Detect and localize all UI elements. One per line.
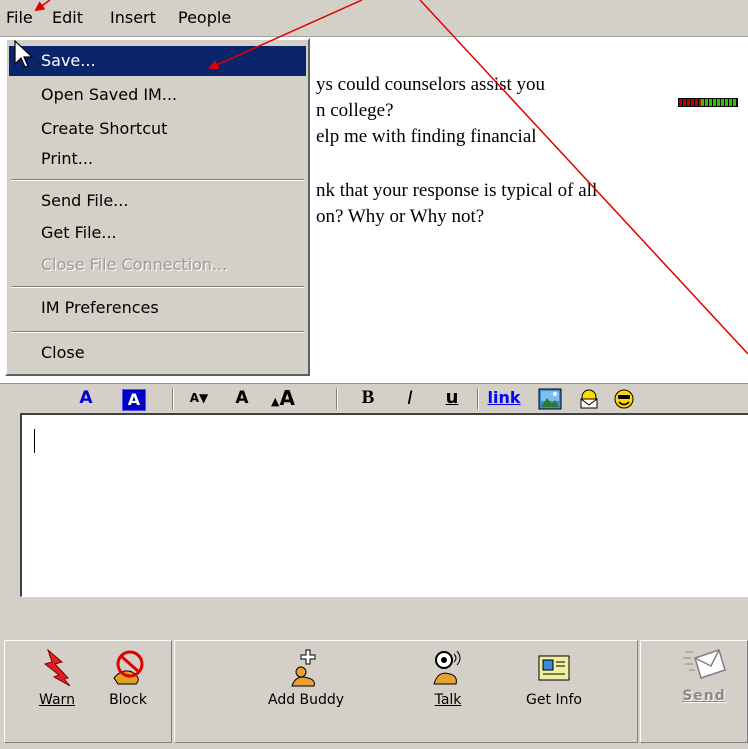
bottom-toolbar: Warn Block Add Buddy Talk Get Info Send xyxy=(0,640,748,743)
get-info-button[interactable]: Get Info xyxy=(516,648,592,708)
add-buddy-label: Add Buddy xyxy=(268,692,345,708)
underline-button[interactable]: u xyxy=(442,387,462,409)
menu-item-get-file[interactable]: Get File... xyxy=(9,218,306,248)
smiley-icon[interactable] xyxy=(613,388,635,410)
message-line: n college? xyxy=(316,100,394,121)
menu-item-close-file-connection: Close File Connection... xyxy=(41,255,228,274)
toolbar-separator xyxy=(477,388,479,410)
message-line: on? Why or Why not? xyxy=(316,206,485,227)
lightning-icon xyxy=(43,648,71,687)
menu-item-close[interactable]: Close xyxy=(9,338,306,368)
menu-insert[interactable]: Insert xyxy=(110,8,156,28)
block-button[interactable]: Block xyxy=(100,648,156,708)
get-info-label: Get Info xyxy=(526,692,582,708)
info-card-icon xyxy=(538,655,570,681)
menu-bar: File Edit Insert People xyxy=(0,0,748,37)
message-input[interactable] xyxy=(20,413,748,597)
menu-item-print[interactable]: Print... xyxy=(9,144,306,174)
insert-picture-icon[interactable] xyxy=(538,388,562,410)
talk-label: Talk xyxy=(434,692,462,708)
menu-item-create-shortcut[interactable]: Create Shortcut xyxy=(9,114,306,144)
formatting-toolbar: A A A▼ A ▲A B I u link xyxy=(0,384,748,412)
email-icon[interactable] xyxy=(578,388,600,410)
text-caret xyxy=(34,429,35,453)
talk-button[interactable]: Talk xyxy=(420,648,476,708)
menu-file[interactable]: File xyxy=(6,8,33,28)
menu-separator xyxy=(11,331,304,333)
italic-button[interactable]: I xyxy=(400,387,420,409)
menu-item-save[interactable]: Save... xyxy=(9,46,306,76)
warn-label: Warn xyxy=(39,692,75,708)
menu-separator xyxy=(11,179,304,181)
larger-font-button[interactable]: ▲A xyxy=(268,387,298,409)
menu-people[interactable]: People xyxy=(178,8,231,28)
block-icon xyxy=(113,650,144,685)
mouse-cursor-icon xyxy=(14,40,34,68)
send-button[interactable]: Send xyxy=(664,644,744,704)
background-color-button[interactable]: A xyxy=(122,389,146,411)
toolbar-separator xyxy=(336,388,338,410)
toolbar-separator xyxy=(172,388,174,410)
send-label: Send xyxy=(682,688,726,704)
bold-button[interactable]: B xyxy=(358,387,378,409)
add-buddy-icon xyxy=(291,649,316,687)
file-menu-dropdown: Save... Open Saved IM... Create Shortcut… xyxy=(5,38,310,376)
message-line: elp me with finding financial xyxy=(316,126,537,147)
send-envelope-icon xyxy=(683,649,726,679)
menu-separator xyxy=(11,286,304,288)
smaller-font-button[interactable]: A▼ xyxy=(186,387,212,409)
menu-item-im-preferences[interactable]: IM Preferences xyxy=(9,293,306,323)
menu-item-send-file[interactable]: Send File... xyxy=(9,186,306,216)
message-line: ys could counselors assist you xyxy=(316,74,546,95)
normal-font-button[interactable]: A xyxy=(232,387,252,409)
smaller-font-label: A xyxy=(189,391,200,405)
text-color-button[interactable]: A xyxy=(76,387,96,409)
larger-font-label: A xyxy=(279,386,295,410)
insert-link-button[interactable]: link xyxy=(486,387,522,409)
warning-level-meter xyxy=(678,98,738,107)
message-line: nk that your response is typical of all xyxy=(316,180,598,201)
add-buddy-button[interactable]: Add Buddy xyxy=(268,648,344,708)
block-label: Block xyxy=(109,692,147,708)
menu-edit[interactable]: Edit xyxy=(52,8,83,28)
warn-button[interactable]: Warn xyxy=(32,648,82,708)
talk-icon xyxy=(433,650,461,685)
menu-item-open-saved-im[interactable]: Open Saved IM... xyxy=(9,80,306,110)
